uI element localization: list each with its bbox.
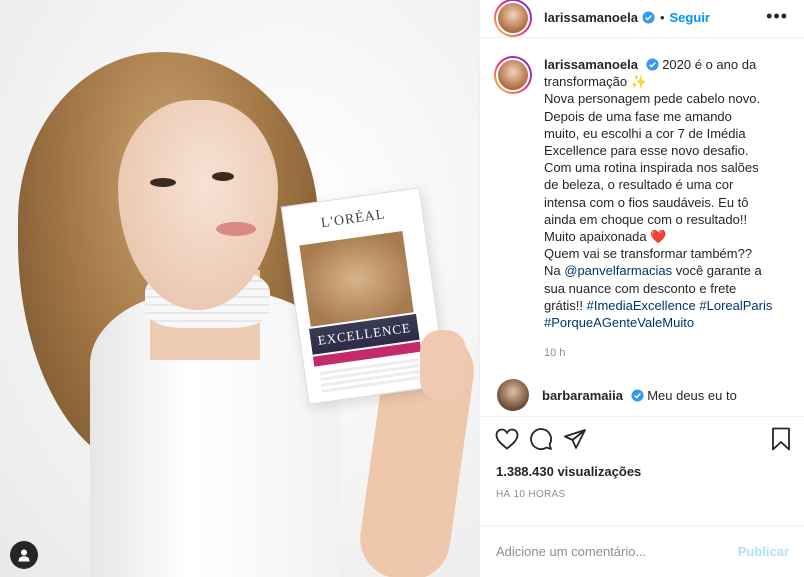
hashtag-link[interactable]: #ImediaExcellence — [587, 298, 696, 313]
photo-eye-left — [150, 178, 176, 187]
verified-badge-icon — [646, 58, 659, 71]
caption-line: Excellence para esse novo desafio. — [544, 143, 749, 159]
comments-list[interactable]: larissamanoela 2020 é o ano da transform… — [480, 40, 804, 416]
caption-na: Na — [544, 263, 561, 279]
avatar[interactable] — [494, 0, 532, 37]
caption-line: Depois de uma fase me amando — [544, 108, 732, 124]
user-tag-icon[interactable] — [10, 541, 38, 569]
caption-line: transformação ✨ — [544, 74, 647, 90]
more-options-icon[interactable]: ••• — [766, 6, 788, 27]
verified-badge-icon — [642, 11, 655, 24]
post-timestamp[interactable]: HÁ 10 HORAS — [480, 479, 804, 500]
header-username[interactable]: larissamanoela — [544, 10, 638, 25]
instagram-post-modal: L'ORÉAL EXCELLENCE larissamanoela • Segu… — [0, 0, 804, 577]
caption-line: Quem vai se transformar também?? — [544, 246, 753, 262]
caption-line: muito, eu escolhi a cor 7 de Imédia — [544, 125, 746, 141]
view-count[interactable]: 1.388.430 visualizações — [480, 460, 804, 479]
caption-body: larissamanoela 2020 é o ano da transform… — [544, 56, 786, 362]
caption-line: Com uma rotina inspirada nos salões — [544, 160, 759, 176]
photo-eye-right — [212, 172, 234, 181]
hashtag-link[interactable]: #LorealParis — [699, 298, 772, 313]
share-icon[interactable] — [558, 422, 592, 456]
comment-input[interactable] — [496, 544, 738, 559]
add-comment-bar: Publicar — [480, 525, 804, 577]
comment-avatar[interactable] — [497, 379, 529, 412]
caption-line: de beleza, o resultado é uma cor — [544, 177, 734, 193]
comment-text: Meu deus eu to — [647, 387, 737, 403]
mention-link[interactable]: @panvelfarmacias — [564, 263, 672, 278]
verified-badge-icon — [631, 389, 644, 402]
follow-button[interactable]: Seguir — [670, 10, 710, 25]
post-sidebar: larissamanoela • Seguir ••• larissamanoe… — [479, 0, 804, 577]
caption-line: sua nuance com desconto e frete — [544, 280, 737, 296]
post-photo[interactable]: L'ORÉAL EXCELLENCE — [0, 0, 479, 577]
hashtag-link[interactable]: #PorqueAGenteValeMuito — [544, 315, 694, 330]
caption-username[interactable]: larissamanoela — [544, 57, 638, 72]
heart-icon[interactable] — [490, 422, 524, 456]
caption: larissamanoela 2020 é o ano da transform… — [494, 56, 788, 362]
caption-line: Muito apaixonada ❤️ — [544, 229, 667, 245]
list-item: barbaramaiia Meu deus eu to — [494, 379, 788, 412]
header-separator: • — [659, 10, 665, 25]
caption-line: 2020 é o ano da — [662, 57, 757, 72]
publish-button[interactable]: Publicar — [738, 544, 789, 559]
photo-lips — [216, 222, 256, 236]
caption-line: Nova personagem pede cabelo novo. — [544, 91, 761, 107]
caption-line: grátis!! — [544, 297, 584, 313]
photo-fingers — [420, 330, 466, 400]
comment-icon[interactable] — [524, 422, 558, 456]
bookmark-icon[interactable] — [764, 422, 798, 456]
product-photo — [299, 231, 414, 327]
caption-line: você garante a — [672, 263, 762, 279]
comment-username[interactable]: barbaramaiia — [542, 388, 623, 403]
caption-avatar[interactable] — [494, 56, 532, 94]
action-bar — [480, 416, 804, 460]
caption-line: ainda em choque com o resultado!! — [544, 211, 748, 227]
post-header: larissamanoela • Seguir ••• — [480, 0, 804, 38]
caption-timestamp[interactable]: 10 h — [544, 345, 786, 362]
caption-line: intensa com o fios saudáveis. Eu tô — [544, 194, 749, 210]
